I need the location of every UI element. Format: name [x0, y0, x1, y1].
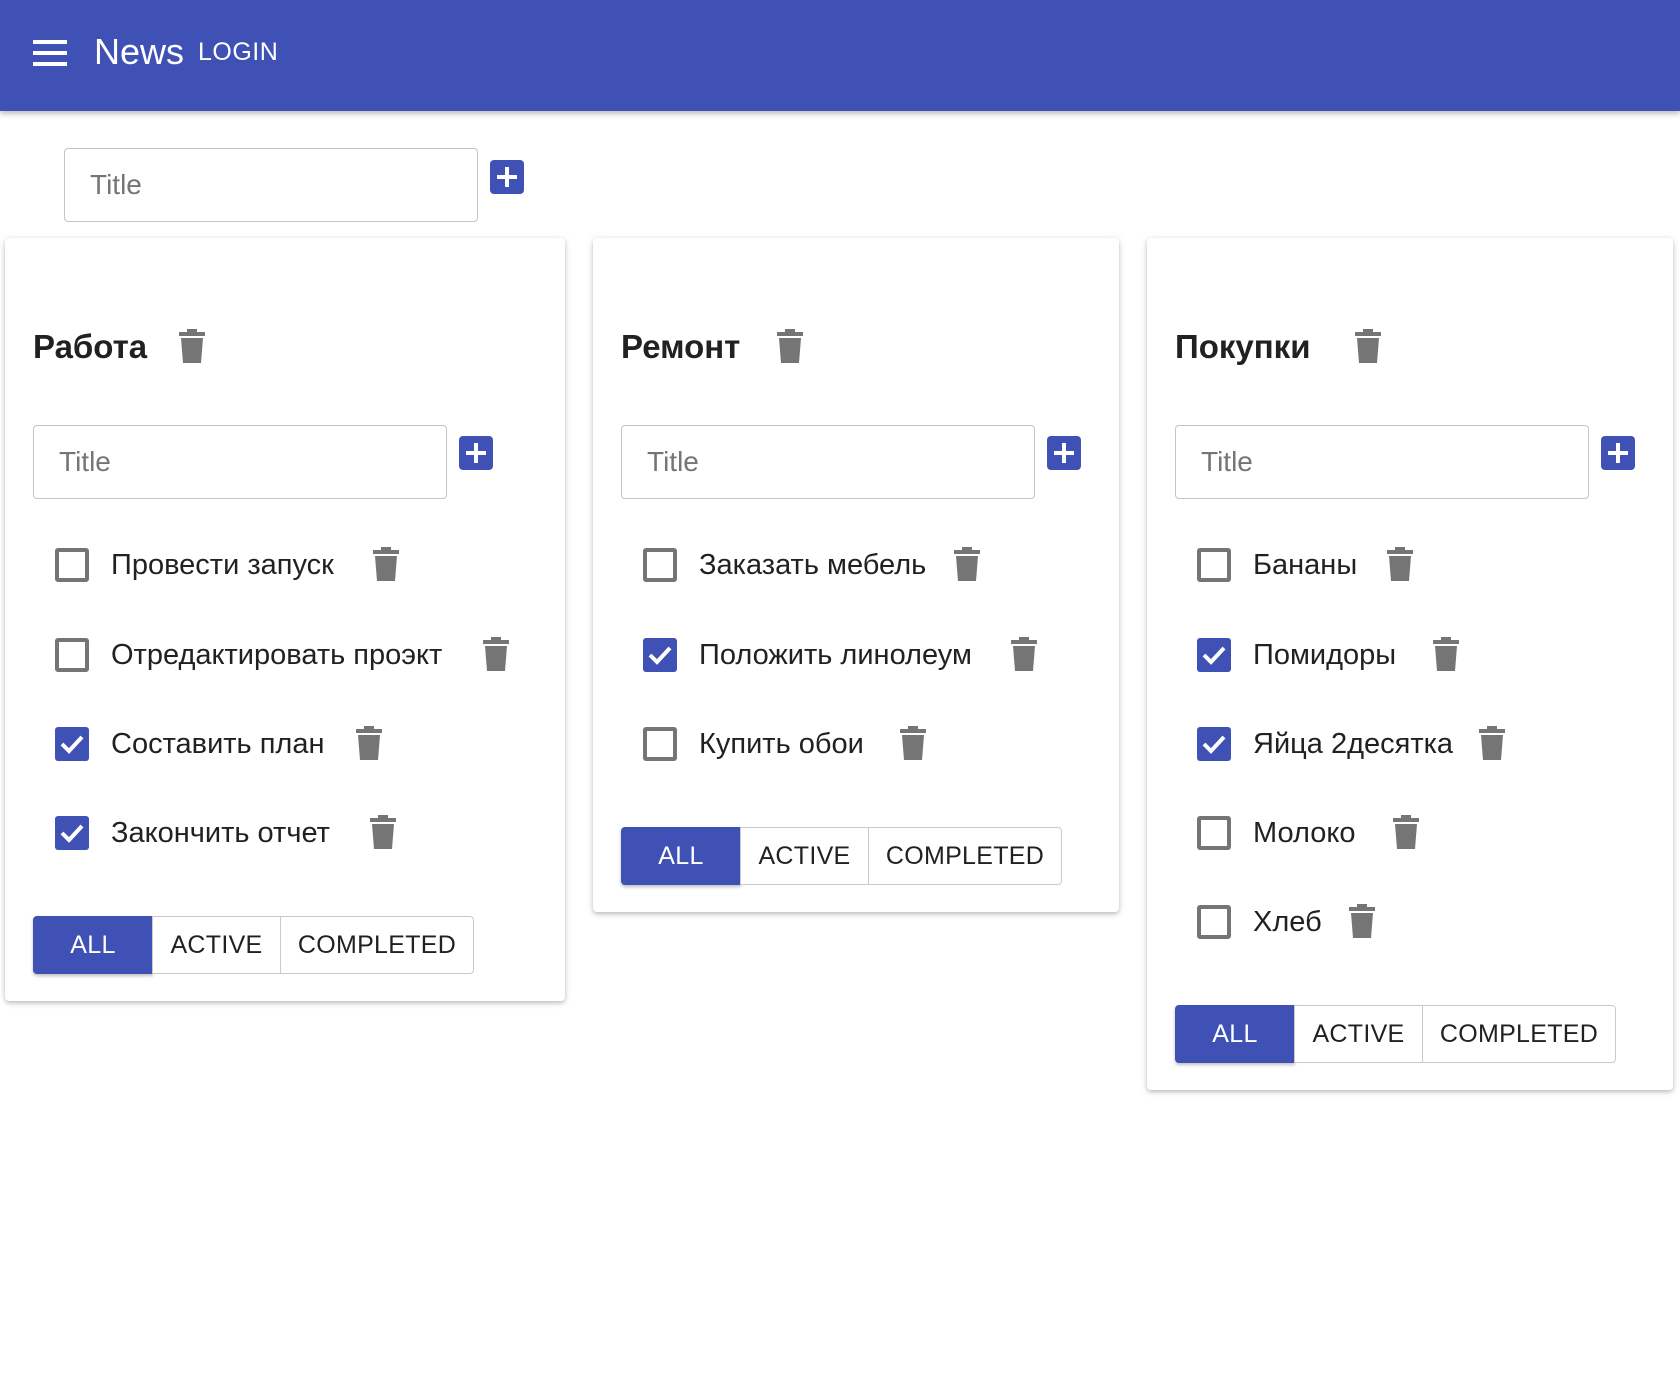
task-label: Яйца 2десятка [1253, 728, 1454, 760]
delete-task-icon[interactable] [954, 547, 980, 581]
new-task-title-field[interactable] [621, 425, 1035, 499]
delete-task-icon[interactable] [373, 547, 399, 581]
add-task-button[interactable] [459, 436, 493, 470]
todolist-title: Работа [33, 328, 148, 365]
task-label: Провести запуск [111, 549, 334, 581]
task-checkbox-checked[interactable] [55, 816, 89, 850]
filter-all-button[interactable]: ALL [1175, 1005, 1295, 1063]
delete-task-icon[interactable] [483, 637, 509, 671]
delete-list-icon[interactable] [179, 329, 205, 363]
filter-all-button[interactable]: ALL [621, 827, 741, 885]
task-label: Молоко [1253, 817, 1356, 849]
delete-task-icon[interactable] [356, 726, 382, 760]
task-label: Закончить отчет [111, 817, 330, 849]
add-task-button[interactable] [1047, 436, 1081, 470]
task-checkbox[interactable] [1197, 548, 1231, 582]
task-checkbox[interactable] [1197, 816, 1231, 850]
todolist-card-repair: Ремонт Заказать мебель Положить линолеум… [593, 238, 1119, 912]
delete-task-icon[interactable] [1433, 637, 1459, 671]
filter-button-group: ALL ACTIVE COMPLETED [1175, 1005, 1616, 1063]
filter-active-button[interactable]: ACTIVE [1294, 1005, 1423, 1063]
task-checkbox-checked[interactable] [1197, 727, 1231, 761]
todolist-card-shopping: Покупки Бананы Помидоры Яйца 2десятка Мо… [1147, 238, 1673, 1090]
delete-list-icon[interactable] [777, 329, 803, 363]
new-task-title-input[interactable] [622, 426, 1034, 498]
add-task-button[interactable] [1601, 436, 1635, 470]
delete-task-icon[interactable] [900, 726, 926, 760]
filter-all-button[interactable]: ALL [33, 916, 153, 974]
filter-button-group: ALL ACTIVE COMPLETED [621, 827, 1062, 885]
filter-completed-button[interactable]: COMPLETED [280, 916, 474, 974]
new-task-title-input[interactable] [34, 426, 446, 498]
task-label: Бананы [1253, 549, 1358, 581]
filter-active-button[interactable]: ACTIVE [152, 916, 281, 974]
filter-completed-button[interactable]: COMPLETED [868, 827, 1062, 885]
task-checkbox[interactable] [55, 548, 89, 582]
filter-button-group: ALL ACTIVE COMPLETED [33, 916, 474, 974]
filter-completed-button[interactable]: COMPLETED [1422, 1005, 1616, 1063]
new-list-title-input[interactable] [65, 149, 477, 221]
task-checkbox-checked[interactable] [1197, 638, 1231, 672]
task-label: Заказать мебель [699, 549, 927, 581]
delete-task-icon[interactable] [1349, 904, 1375, 938]
delete-task-icon[interactable] [1393, 815, 1419, 849]
new-list-title-field[interactable] [64, 148, 478, 222]
task-checkbox[interactable] [1197, 905, 1231, 939]
task-label: Купить обои [699, 728, 864, 760]
filter-active-button[interactable]: ACTIVE [740, 827, 869, 885]
app-title: News [94, 31, 185, 72]
todolist-title: Покупки [1175, 328, 1311, 365]
delete-list-icon[interactable] [1355, 329, 1381, 363]
task-label: Отредактировать проэкт [111, 639, 443, 671]
menu-icon[interactable] [25, 28, 75, 78]
add-list-button[interactable] [490, 160, 524, 194]
task-label: Составить план [111, 728, 325, 760]
delete-task-icon[interactable] [1011, 637, 1037, 671]
app-bar: News LOGIN [0, 0, 1680, 111]
task-label: Хлеб [1253, 906, 1322, 938]
login-button[interactable]: LOGIN [198, 34, 278, 70]
task-checkbox-checked[interactable] [643, 638, 677, 672]
new-task-title-field[interactable] [1175, 425, 1589, 499]
delete-task-icon[interactable] [1479, 726, 1505, 760]
new-task-title-field[interactable] [33, 425, 447, 499]
task-checkbox[interactable] [55, 638, 89, 672]
delete-task-icon[interactable] [370, 815, 396, 849]
delete-task-icon[interactable] [1387, 547, 1413, 581]
task-checkbox[interactable] [643, 727, 677, 761]
todolist-title: Ремонт [621, 328, 741, 365]
todolist-card-work: Работа Провести запуск Отредактировать п… [5, 238, 565, 1001]
task-label: Помидоры [1253, 639, 1397, 671]
task-label: Положить линолеум [699, 639, 972, 671]
new-task-title-input[interactable] [1176, 426, 1588, 498]
task-checkbox-checked[interactable] [55, 727, 89, 761]
task-checkbox[interactable] [643, 548, 677, 582]
